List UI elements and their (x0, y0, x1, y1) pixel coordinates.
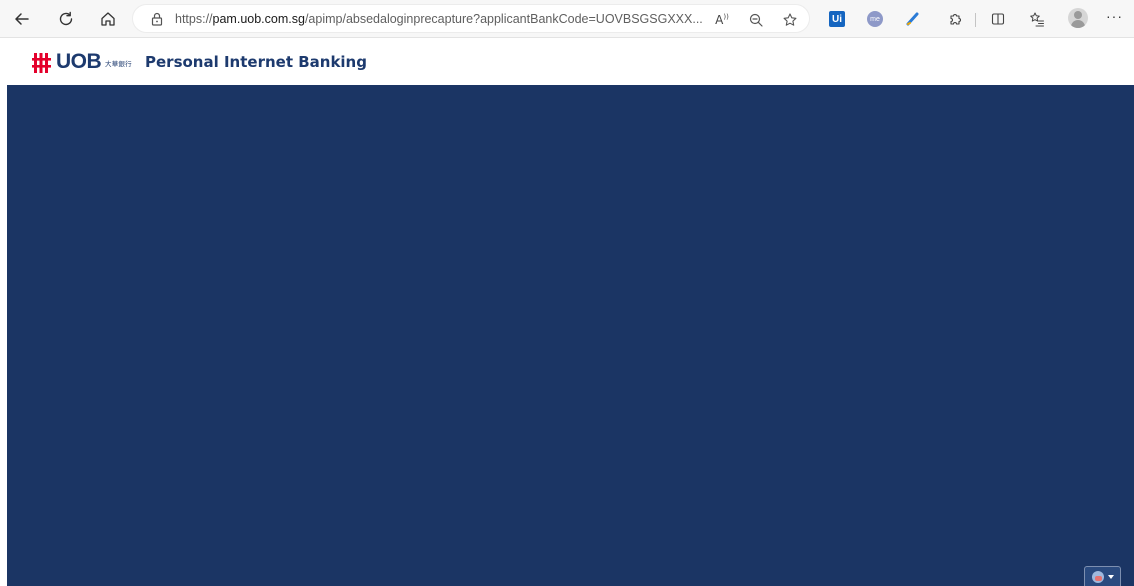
url-prefix: https:// (175, 12, 213, 26)
uob-logo-icon[interactable] (32, 53, 54, 73)
avatar-head (1074, 11, 1082, 19)
browser-toolbar: https://pam.uob.com.sg/apimp/absedalogin… (0, 0, 1134, 38)
url-path: /apimp/absedaloginprecapture?applicantBa… (304, 12, 703, 26)
uob-brand-chinese: 大華銀行 (105, 60, 132, 68)
me-extension-button[interactable]: me (864, 8, 886, 30)
lock-icon[interactable] (149, 11, 165, 27)
favorites-list-icon (1030, 12, 1044, 27)
read-aloud-icon: A)) (715, 13, 729, 27)
pen-extension-button[interactable] (902, 8, 924, 30)
refresh-button[interactable] (52, 5, 80, 33)
extensions-button[interactable] (944, 8, 966, 30)
ui-extension-icon: Ui (829, 11, 845, 27)
page-title: Personal Internet Banking (145, 53, 367, 71)
uob-brand[interactable]: UOB (56, 50, 102, 74)
home-icon (101, 12, 115, 26)
zoom-button[interactable] (745, 9, 767, 31)
pen-extension-icon (906, 12, 919, 26)
profile-avatar[interactable] (1068, 8, 1088, 28)
url-text[interactable]: https://pam.uob.com.sg/apimp/absedalogin… (175, 12, 705, 26)
address-bar[interactable]: https://pam.uob.com.sg/apimp/absedalogin… (132, 4, 810, 33)
toolbar-separator (975, 13, 976, 27)
read-aloud-button[interactable]: A)) (711, 9, 733, 31)
url-host: pam.uob.com.sg (212, 12, 305, 26)
me-extension-icon: me (867, 11, 883, 27)
caret-down-icon (1107, 574, 1114, 579)
back-arrow-icon (15, 13, 29, 25)
star-icon (783, 13, 797, 26)
site-header: UOB 大華銀行 Personal Internet Banking (0, 39, 1134, 85)
ui-extension-button[interactable]: Ui (826, 8, 848, 30)
favorite-button[interactable] (779, 9, 801, 31)
refresh-icon (59, 11, 73, 26)
avatar-body (1071, 20, 1085, 28)
puzzle-icon (950, 14, 961, 25)
back-button[interactable] (8, 5, 36, 33)
split-screen-button[interactable] (987, 8, 1009, 30)
split-screen-icon (991, 13, 1005, 25)
more-menu-button[interactable]: ··· (1106, 8, 1123, 24)
language-selector-button[interactable] (1084, 566, 1121, 586)
favorites-button[interactable] (1026, 8, 1048, 30)
home-button[interactable] (94, 5, 122, 33)
globe-icon (1091, 570, 1104, 583)
main-content-area (7, 85, 1134, 586)
zoom-out-icon (749, 13, 763, 27)
